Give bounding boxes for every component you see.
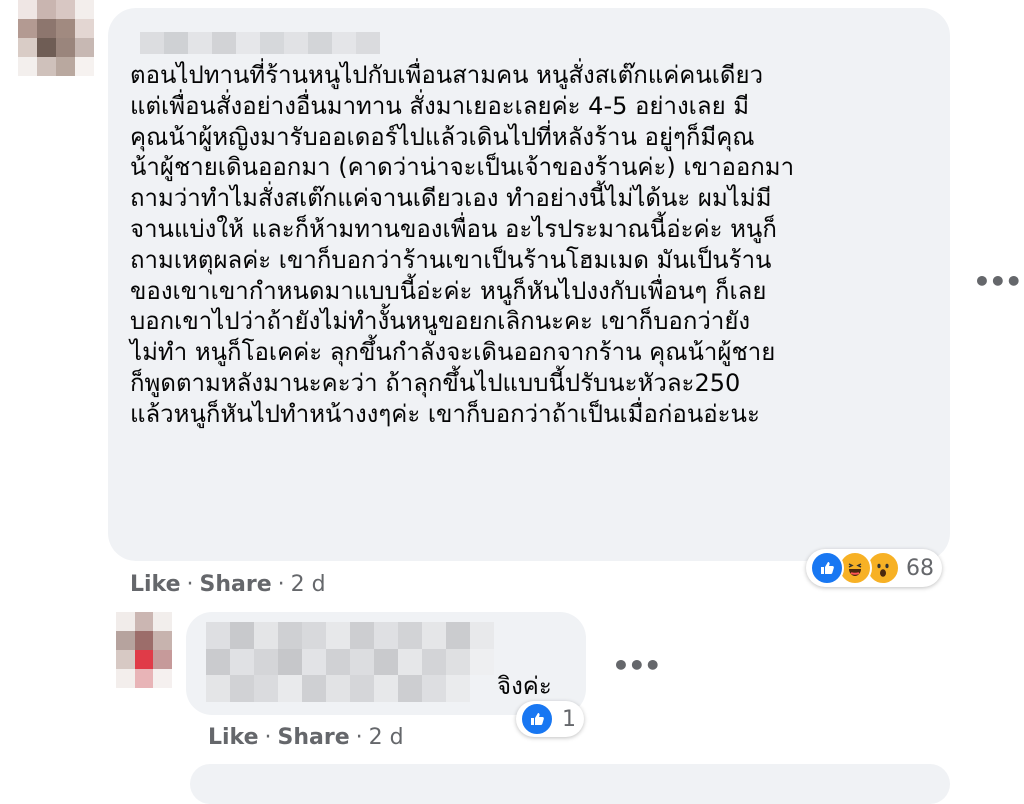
comment-text-line: จานแบ่งให้ และก็ห้ามทานของเพื่อน อะไรประ… xyxy=(130,214,777,243)
comment-text-line: ไม่ทำ หนูก็โอเคค่ะ ลุกขึ้นกำลังจะเดินออก… xyxy=(130,338,776,367)
comment-text-line: ของเขาเขากำหนดมาแบบนี้อ่ะค่ะ หนูก็หันไปง… xyxy=(130,276,767,305)
reply-like-button[interactable]: Like xyxy=(208,725,259,750)
next-reply-bubble-edge xyxy=(190,764,950,804)
like-button[interactable]: Like xyxy=(130,572,181,597)
reply-text-blurred xyxy=(206,622,494,702)
reply-reaction-count: 1 xyxy=(562,706,576,732)
comment-text-line: ถามเหตุผลค่ะ เขาก็บอกว่าร้านเขาเป็นร้านโ… xyxy=(130,245,772,274)
reply-actions: Like · Share · 2 d xyxy=(208,725,404,750)
comment-reactions[interactable]: 68 xyxy=(806,549,942,587)
comment-text-line: แล้วหนูก็หันไปทำหน้างงๆค่ะ เขาก็บอกว่าถ้… xyxy=(130,399,760,428)
commenter-name-blurred[interactable] xyxy=(140,32,380,54)
reply-more-options-icon[interactable]: ••• xyxy=(612,652,662,680)
comment-actions: Like · Share · 2 d xyxy=(130,572,326,597)
comment-timestamp[interactable]: 2 d xyxy=(291,572,326,597)
comment-text-line: น้าผู้ชายเดินออกมา (คาดว่าน่าจะเป็นเจ้าข… xyxy=(130,153,795,182)
comment-text: ตอนไปทานที่ร้านหนูไปกับเพื่อนสามคน หนูสั… xyxy=(130,60,930,430)
comment-text-line: บอกเขาไปว่าถ้ายังไม่ทำงั้นหนูขอยกเลิกนะค… xyxy=(130,307,751,336)
comment-text-line: แต่เพื่อนสั่งอย่างอื่นมาทาน สั่งมาเยอะเล… xyxy=(130,91,750,120)
reply-reactions[interactable]: 1 xyxy=(516,701,584,737)
separator: · xyxy=(264,725,272,750)
share-button[interactable]: Share xyxy=(200,572,272,597)
separator: · xyxy=(186,572,194,597)
more-options-icon[interactable]: ••• xyxy=(973,268,1023,296)
separator: · xyxy=(277,572,285,597)
comment-text-line: ตอนไปทานที่ร้านหนูไปกับเพื่อนสามคน หนูสั… xyxy=(130,61,764,89)
like-icon xyxy=(520,702,554,736)
reply-timestamp[interactable]: 2 d xyxy=(369,725,404,750)
commenter-avatar[interactable] xyxy=(18,0,94,76)
reply-share-button[interactable]: Share xyxy=(278,725,350,750)
reply-avatar[interactable] xyxy=(116,612,172,688)
comment-text-line: คุณน้าผู้หญิงมารับออเดอร์ไปแล้วเดินไปที่… xyxy=(130,122,755,151)
comment-text-line: ถามว่าทำไมสั่งสเต๊กแค่จานเดียวเอง ทำอย่า… xyxy=(130,184,772,213)
comment-text-line: ก็พูดตามหลังมานะคะว่า ถ้าลุกขึ้นไปแบบนี้… xyxy=(130,368,741,397)
reaction-count: 68 xyxy=(906,555,934,581)
like-icon xyxy=(810,551,844,585)
separator: · xyxy=(355,725,363,750)
reply-text-visible: จิงค่ะ xyxy=(497,672,552,700)
